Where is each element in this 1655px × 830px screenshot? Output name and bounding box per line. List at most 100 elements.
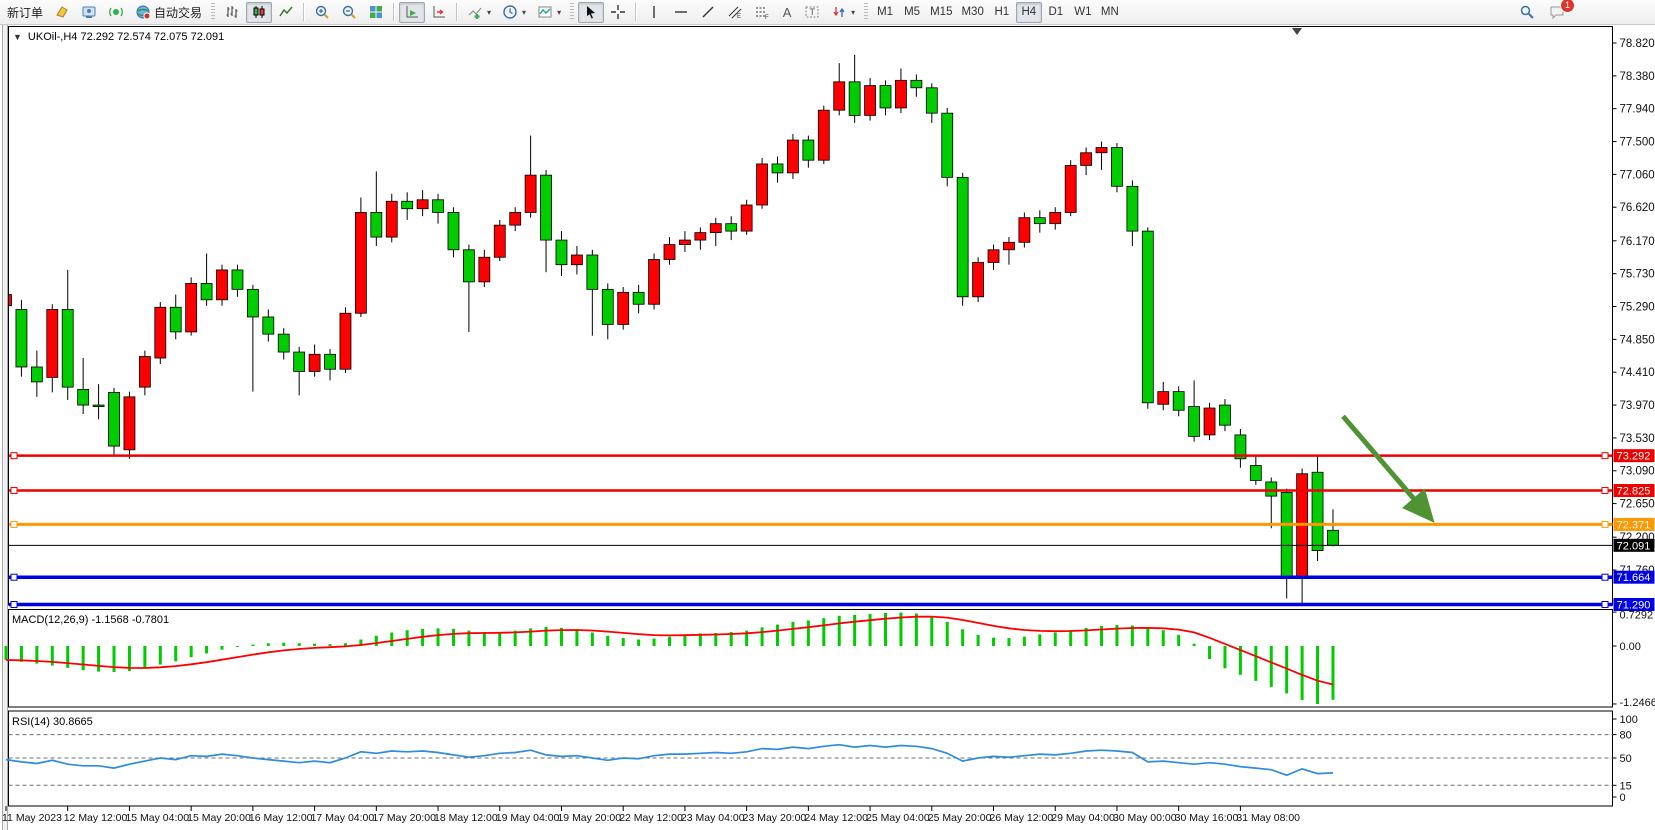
time-tick-label: 29 May 04:00 bbox=[1051, 812, 1115, 824]
auto-scroll-icon bbox=[404, 4, 420, 20]
candle bbox=[556, 240, 567, 265]
time-axis[interactable]: 11 May 202312 May 12:0015 May 04:0015 Ma… bbox=[2, 806, 1300, 824]
time-tick-label: 12 May 12:00 bbox=[64, 812, 128, 824]
chevron-down-icon: ▾ bbox=[487, 8, 491, 17]
timeframe-m1-button[interactable]: M1 bbox=[872, 2, 898, 23]
candle bbox=[741, 205, 752, 231]
chart-shift-marker[interactable] bbox=[1292, 28, 1302, 35]
candlestick-chart-button[interactable] bbox=[246, 2, 272, 23]
candle bbox=[139, 357, 150, 388]
candle bbox=[633, 292, 644, 304]
horizontal-line-72.371[interactable]: 72.371 bbox=[9, 518, 1655, 532]
time-tick-label: 17 May 04:00 bbox=[311, 812, 375, 824]
data-window-button[interactable] bbox=[76, 2, 102, 23]
candle bbox=[1111, 148, 1122, 187]
horizontal-line-72.091[interactable]: 72.091 bbox=[9, 539, 1655, 553]
rsi-indicator-label: RSI(14) 30.8665 bbox=[12, 716, 93, 728]
vertical-line-tool-button[interactable] bbox=[641, 2, 667, 23]
rsi-tick-label: 15 bbox=[1620, 780, 1632, 792]
cursor-tool-button[interactable] bbox=[578, 2, 604, 23]
auto-trading-button[interactable]: 自动交易 bbox=[130, 2, 207, 23]
text-a-icon: A bbox=[783, 5, 792, 20]
macd-axis[interactable]: 0.72920.00-1.2466 bbox=[1613, 610, 1655, 710]
timeframe-mn-button[interactable]: MN bbox=[1097, 2, 1123, 23]
indicators-button[interactable]: ▾ bbox=[462, 2, 496, 23]
candle bbox=[1065, 165, 1076, 212]
timeframe-d1-button[interactable]: D1 bbox=[1043, 2, 1069, 23]
price-badge-label: 73.292 bbox=[1617, 451, 1651, 463]
macd-tick-label: 0.00 bbox=[1620, 641, 1641, 653]
fibonacci-tool-button[interactable]: F bbox=[749, 2, 775, 23]
clock-icon bbox=[502, 4, 518, 20]
chat-button[interactable]: 1 bbox=[1544, 1, 1570, 22]
line-handle bbox=[11, 602, 17, 608]
timeframe-h4-button[interactable]: H4 bbox=[1016, 2, 1042, 23]
text-tool-button[interactable]: A bbox=[776, 2, 798, 23]
candle bbox=[47, 310, 58, 378]
candle bbox=[263, 317, 274, 334]
search-button[interactable] bbox=[1514, 1, 1540, 22]
label-tool-button[interactable]: T bbox=[799, 2, 825, 23]
chart-canvas[interactable]: 78.82078.38077.94077.50077.06076.62076.1… bbox=[0, 25, 1655, 830]
tile-windows-button[interactable] bbox=[363, 2, 389, 23]
trendline-tool-button[interactable] bbox=[695, 2, 721, 23]
candle bbox=[1142, 231, 1153, 403]
monitor-user-icon bbox=[81, 4, 97, 20]
timeframe-m5-button[interactable]: M5 bbox=[899, 2, 925, 23]
macd-histogram bbox=[6, 613, 1333, 704]
candle bbox=[525, 175, 536, 212]
line-chart-button[interactable] bbox=[273, 2, 299, 23]
timeframe-h1-button[interactable]: H1 bbox=[989, 2, 1015, 23]
arrows-tool-button[interactable]: ▾ bbox=[826, 2, 860, 23]
horizontal-line-tool-button[interactable] bbox=[668, 2, 694, 23]
new-order-button[interactable]: 新订单 bbox=[2, 2, 48, 23]
candle bbox=[340, 313, 351, 369]
zoom-out-icon bbox=[341, 4, 357, 20]
candle bbox=[587, 255, 598, 289]
candle bbox=[386, 201, 397, 237]
candle bbox=[726, 224, 737, 231]
svg-text:T: T bbox=[810, 7, 816, 17]
bar-chart-button[interactable] bbox=[219, 2, 245, 23]
candle bbox=[124, 397, 135, 450]
candle bbox=[679, 240, 690, 244]
candle bbox=[1173, 392, 1184, 411]
time-tick-label: 31 May 08:00 bbox=[1236, 812, 1300, 824]
timeframe-m30-button[interactable]: M30 bbox=[957, 2, 987, 23]
chart-title-bar: ▼ UKOil-,H4 72.292 72.574 72.075 72.091 bbox=[13, 31, 224, 43]
search-icon bbox=[1519, 4, 1535, 20]
candle bbox=[325, 354, 336, 369]
candle bbox=[1158, 392, 1169, 405]
symbol-dropdown-icon[interactable]: ▼ bbox=[13, 32, 22, 42]
rsi-tick-label: 50 bbox=[1620, 753, 1632, 765]
candle bbox=[31, 367, 42, 382]
price-tick-label: 77.500 bbox=[1620, 137, 1655, 149]
time-tick-label: 25 May 04:00 bbox=[866, 812, 930, 824]
candle bbox=[1081, 153, 1092, 166]
signals-button[interactable] bbox=[103, 2, 129, 23]
candle bbox=[803, 140, 814, 160]
price-tick-label: 78.380 bbox=[1620, 71, 1655, 83]
chart-shift-button[interactable] bbox=[426, 2, 452, 23]
zoom-in-button[interactable] bbox=[309, 2, 335, 23]
auto-scroll-button[interactable] bbox=[399, 2, 425, 23]
candle bbox=[62, 310, 73, 388]
zoom-out-button[interactable] bbox=[336, 2, 362, 23]
trend-arrow-annotation[interactable] bbox=[1343, 416, 1428, 515]
candle bbox=[1034, 218, 1045, 224]
rsi-axis[interactable]: 1008050150 bbox=[1613, 714, 1638, 804]
channel-tool-button[interactable]: E bbox=[722, 2, 748, 23]
timeframe-m15-button[interactable]: M15 bbox=[926, 2, 956, 23]
horizontal-line-71.664[interactable]: 71.664 bbox=[9, 571, 1655, 585]
crosshair-tool-button[interactable] bbox=[605, 2, 631, 23]
yellow-tag-icon bbox=[54, 4, 70, 20]
timeframe-w1-button[interactable]: W1 bbox=[1070, 2, 1096, 23]
templates-button[interactable]: ▾ bbox=[532, 2, 566, 23]
market-watch-button[interactable] bbox=[49, 2, 75, 23]
candle bbox=[78, 389, 89, 405]
periods-button[interactable]: ▾ bbox=[497, 2, 531, 23]
candle bbox=[1189, 407, 1200, 437]
horizontal-line-73.292[interactable]: 73.292 bbox=[9, 449, 1655, 463]
line-handle bbox=[11, 574, 17, 580]
chart-shift-icon bbox=[431, 4, 447, 20]
